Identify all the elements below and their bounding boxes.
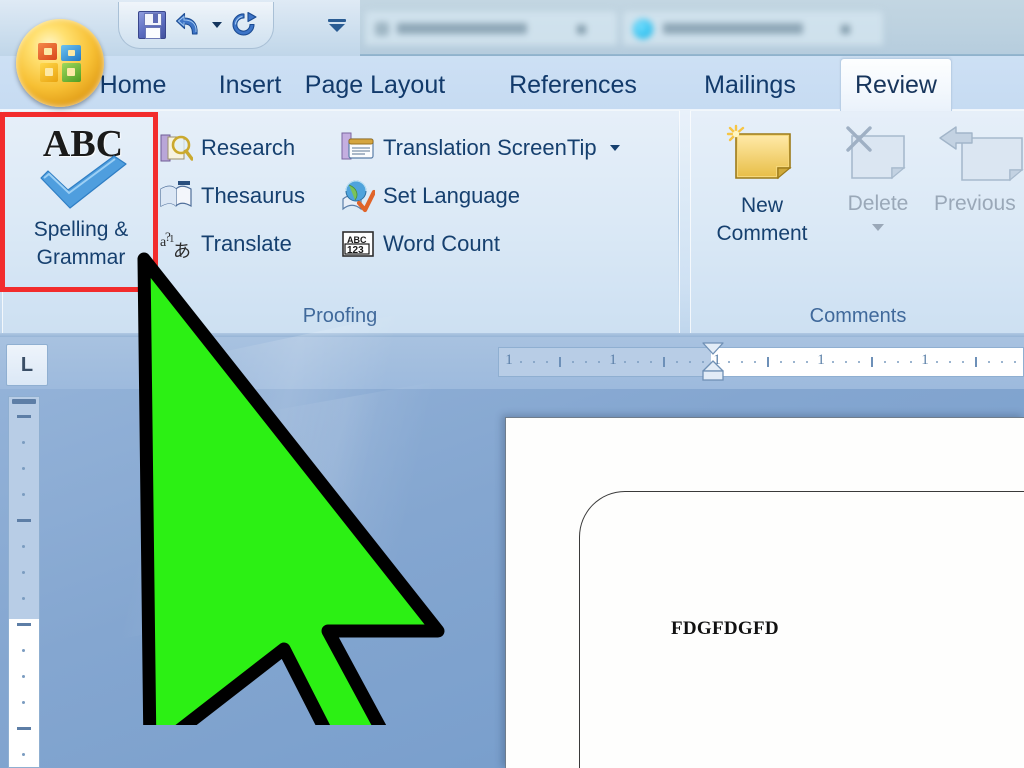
tab-insert[interactable]: Insert xyxy=(200,62,300,108)
proofing-item-label: Thesaurus xyxy=(201,183,305,208)
word-window: Home Insert Page Layout References Mailings R… xyxy=(0,0,1024,768)
tab-label: Mailings xyxy=(704,70,796,99)
tab-label: References xyxy=(509,70,637,99)
group-separator-hilite xyxy=(679,118,680,314)
translate-icon: a 1あ? xyxy=(160,229,191,261)
screen-root: Home Insert Page Layout References Mailings R… xyxy=(0,0,1024,768)
tab-label: Insert xyxy=(218,70,282,99)
new-comment-label: New Comment xyxy=(716,194,808,246)
icon-wrap xyxy=(158,178,194,214)
proofing-item-label: Translate xyxy=(201,231,292,256)
tab-page-layout[interactable]: Page Layout xyxy=(295,62,455,108)
icon-wrap: ABC 123 xyxy=(340,226,376,262)
vertical-ruler[interactable] xyxy=(8,396,40,768)
research-book-icon xyxy=(160,134,193,162)
document-text[interactable]: FDGFDGFD xyxy=(671,618,779,640)
spelling-and-grammar-label: Spelling & Grammar xyxy=(33,218,129,269)
ribbon-tabs: Home Insert Page Layout References Mailings R… xyxy=(0,56,1024,111)
proofing-item-set-language[interactable]: Set Language xyxy=(340,172,520,220)
proofing-item-translate[interactable]: a 1 あ? Translate xyxy=(158,220,292,268)
proofing-item-thesaurus[interactable]: Thesaurus xyxy=(158,172,305,220)
undo-arrow-icon xyxy=(175,12,198,35)
proofing-item-translation-screentip[interactable]: Translation ScreenTip xyxy=(340,124,620,172)
tab-label: Home xyxy=(99,70,167,99)
office-button[interactable] xyxy=(16,19,104,107)
thesaurus-book-icon xyxy=(160,181,192,208)
qat-undo-button[interactable] xyxy=(171,6,209,44)
office-orb-icon xyxy=(37,42,83,84)
delete-comment-icon xyxy=(842,124,914,186)
word-count-icon: ABC123 xyxy=(342,231,374,257)
qat-customize-button[interactable] xyxy=(324,12,350,38)
tab-label: Page Layout xyxy=(304,70,446,99)
qat-redo-button[interactable] xyxy=(225,6,263,44)
previous-comment-button[interactable]: Previous xyxy=(932,120,1024,292)
tab-stop-selector[interactable]: L xyxy=(6,344,48,386)
icon-wrap xyxy=(340,178,376,214)
svg-text:あ: あ xyxy=(173,241,191,261)
chevron-down-icon[interactable] xyxy=(872,224,884,231)
tab-mailings[interactable]: Mailings xyxy=(691,62,809,108)
spelling-and-grammar-button[interactable]: ABC Spelling & Grammar xyxy=(8,118,154,288)
vruler-ticks xyxy=(9,397,39,767)
tab-references[interactable]: References xyxy=(503,62,643,108)
chevron-down-icon xyxy=(329,23,345,32)
translation-screentip-icon xyxy=(341,132,374,160)
blue-check-icon xyxy=(40,155,127,209)
icon-wrap xyxy=(158,130,194,166)
floppy-disk-icon xyxy=(138,11,166,39)
abc-checkmark-icon: ABC xyxy=(22,122,140,209)
chevron-down-icon[interactable] xyxy=(609,145,620,151)
tab-review[interactable]: Review xyxy=(840,58,952,111)
proofing-item-word-count[interactable]: ABC 123 Word Count xyxy=(340,220,500,268)
document-page[interactable]: FDGFDGFD xyxy=(505,417,1024,768)
delete-comment-button[interactable]: Delete xyxy=(826,120,930,292)
tab-label: Review xyxy=(855,70,937,99)
delete-comment-label: Delete xyxy=(847,192,909,215)
quick-access-toolbar xyxy=(118,2,274,49)
proofing-item-label: Translation ScreenTip xyxy=(383,135,597,160)
indent-markers[interactable] xyxy=(700,341,726,385)
vruler-margin-marker[interactable] xyxy=(12,399,36,404)
redo-arrow-icon xyxy=(232,11,257,36)
proofing-item-research[interactable]: Research xyxy=(158,124,295,172)
comments-group-label: Comments xyxy=(809,304,907,327)
proofing-item-label: Word Count xyxy=(383,231,500,256)
new-comment-icon xyxy=(726,124,798,186)
proofing-item-label: Research xyxy=(201,135,296,160)
icon-wrap: a 1 あ? xyxy=(158,226,194,262)
chevron-down-icon xyxy=(212,22,222,28)
tab-stop-glyph: L xyxy=(20,353,34,376)
set-language-globe-icon xyxy=(342,180,375,213)
previous-comment-icon xyxy=(938,124,1024,186)
proofing-item-label: Set Language xyxy=(383,183,521,208)
page-border-decoration xyxy=(579,491,1024,768)
qat-save-button[interactable] xyxy=(133,6,171,44)
svg-text:123: 123 xyxy=(347,245,364,256)
svg-text:?: ? xyxy=(165,229,171,244)
previous-comment-label: Previous xyxy=(934,192,1016,215)
icon-wrap xyxy=(340,130,376,166)
qat-undo-dropdown[interactable] xyxy=(209,6,225,44)
new-comment-button[interactable]: New Comment xyxy=(706,120,818,292)
